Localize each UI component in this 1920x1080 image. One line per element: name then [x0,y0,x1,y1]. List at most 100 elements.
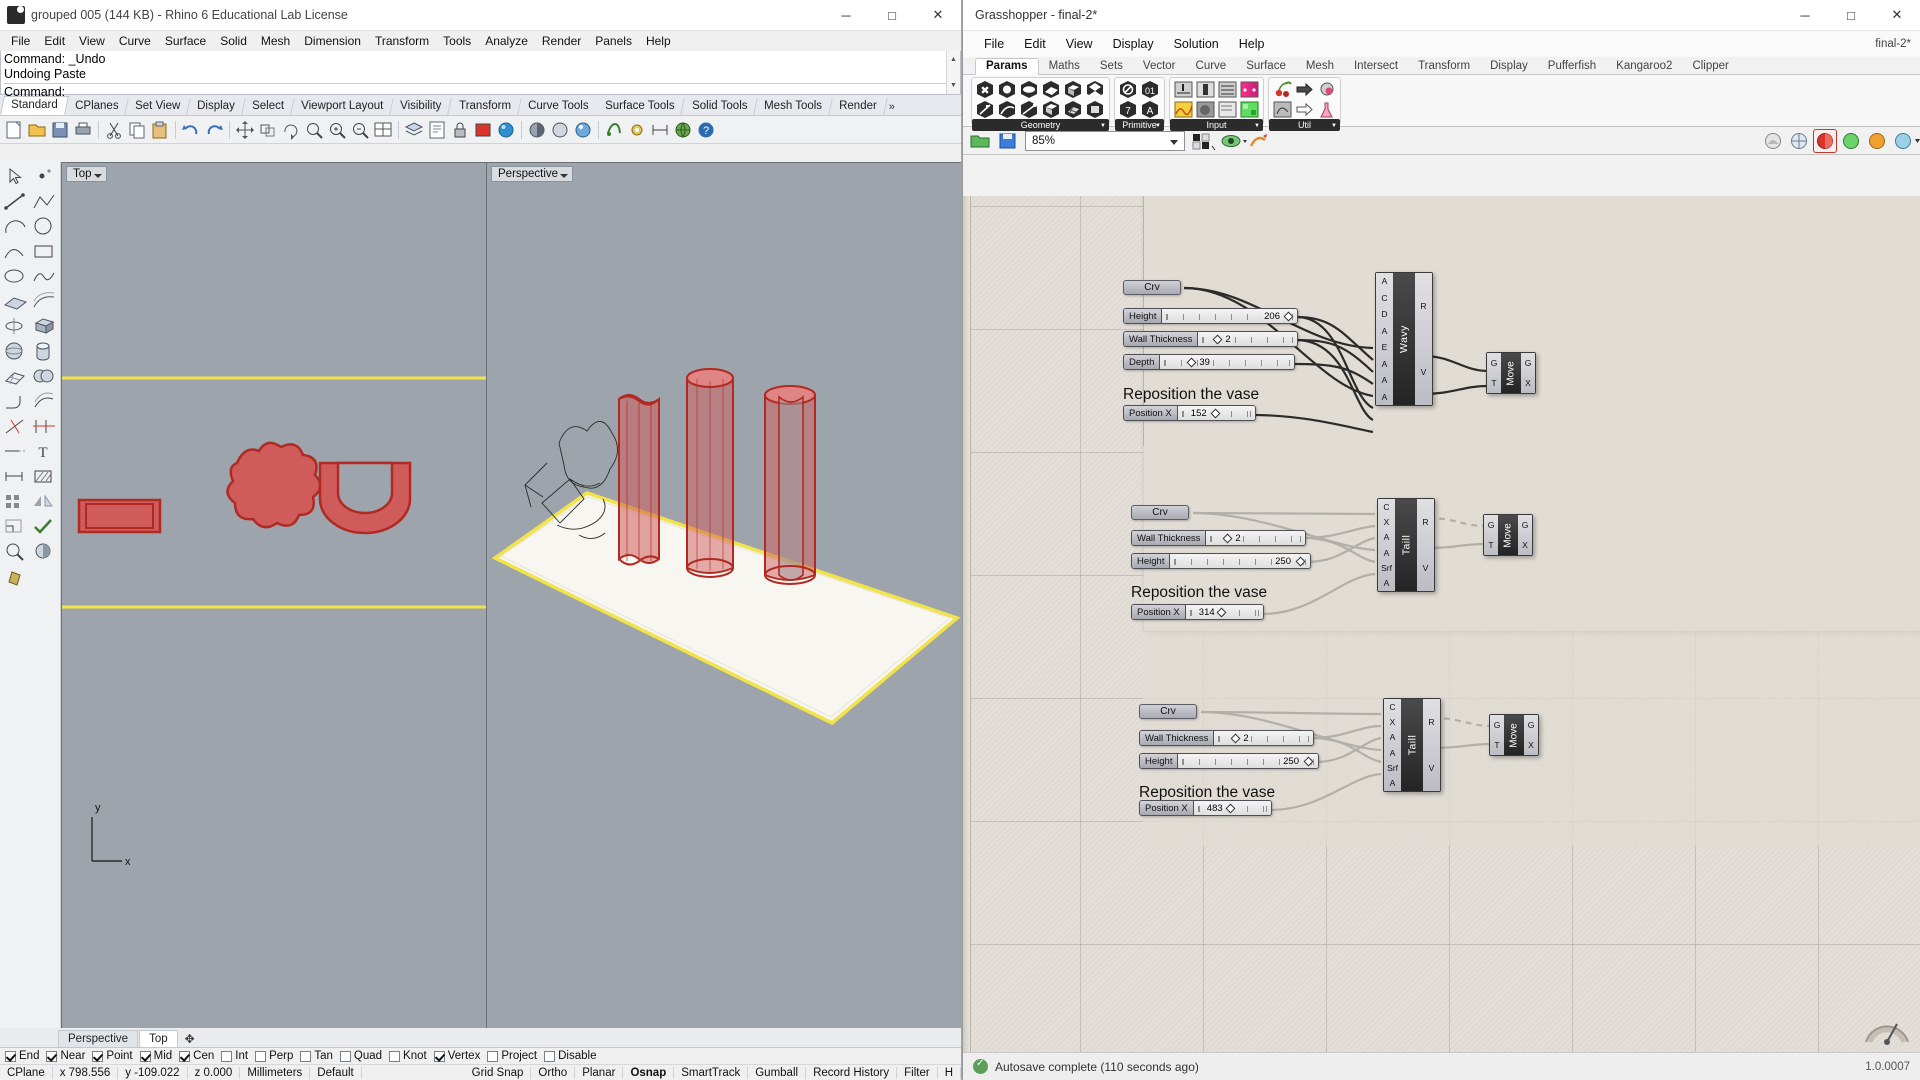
text-icon[interactable]: T [30,439,59,464]
status-planar[interactable]: Planar [575,1066,624,1079]
preview-eye-icon[interactable] [1219,130,1247,152]
bake-icon[interactable] [1247,130,1269,152]
toolbar-tab-standard[interactable]: Standard [0,96,69,115]
osnap-cen-checkbox[interactable] [179,1050,191,1062]
gh-slider-position-x-1-track[interactable]: 152 [1177,406,1255,420]
input-port[interactable]: X [1390,717,1396,727]
output-port[interactable]: V [1421,367,1427,377]
input-port[interactable]: A [1382,392,1388,402]
output-port[interactable]: G [1522,520,1529,530]
rhino-menu-panels[interactable]: Panels [588,32,639,50]
input-port[interactable]: C [1389,702,1395,712]
viewport-tab-add-icon[interactable]: ✥ [179,1031,201,1047]
gh-menu-help[interactable]: Help [1230,34,1274,54]
rhino-menu-view[interactable]: View [72,32,112,50]
shade-icon[interactable] [526,119,548,141]
gh-component-taill-3[interactable]: C X A A Srf A Taill R V [1383,698,1441,792]
gh-slider-position-x-3[interactable]: Position X 483 [1139,800,1272,816]
rhino-menu-file[interactable]: File [4,32,37,50]
param-vector-icon[interactable] [975,100,996,119]
zoom-selected-icon[interactable] [349,119,371,141]
gradient-icon[interactable] [1239,80,1260,99]
wireframe-preview-icon[interactable] [1788,130,1810,152]
gh-slider-wall-thickness-3-track[interactable]: 2 [1214,731,1313,745]
output-port[interactable]: X [1525,378,1531,388]
draw-icons-icon[interactable] [1840,130,1862,152]
rhino-command-area[interactable]: Command: _Undo Undoing Paste Command: ▲ … [0,51,961,99]
grasshopper-icon[interactable] [603,119,625,141]
input-port[interactable]: A [1382,326,1388,336]
input-port[interactable]: T [1488,540,1493,550]
input-port[interactable]: X [1384,517,1390,527]
gh-canvas[interactable]: Crv Height 206 Wall Thickness 2 Depth 39 [963,196,1920,1052]
osnap-knot[interactable]: Knot [389,1050,427,1062]
transparency-icon[interactable] [1892,130,1920,152]
circle-icon[interactable] [30,214,59,239]
osnap-quad[interactable]: Quad [339,1050,382,1062]
gh-slider-height-1[interactable]: Height 206 [1123,308,1298,324]
status-record-history[interactable]: Record History [806,1066,898,1079]
gh-slider-height-2-track[interactable]: 250 [1170,554,1310,568]
osnap-quad-checkbox[interactable] [339,1050,351,1062]
status-ortho[interactable]: Ortho [531,1066,576,1079]
status-filter-overflow[interactable]: Н [938,1066,961,1079]
web-help-icon[interactable] [672,119,694,141]
gh-slider-position-x-2-track[interactable]: 314 [1185,605,1263,619]
gh-close-button[interactable]: ✕ [1874,0,1920,31]
gh-move-2-body[interactable]: Move [1498,515,1518,555]
output-port[interactable]: X [1528,740,1534,750]
status-cplane[interactable]: CPlane [0,1066,53,1079]
toolbar-tab-display[interactable]: Display [187,98,246,115]
status-osnap[interactable]: Osnap [623,1066,675,1079]
options-gear-icon[interactable] [626,119,648,141]
box-icon[interactable] [30,314,59,339]
move-icon[interactable] [234,119,256,141]
surface-from-points-icon[interactable] [1,289,30,314]
gh-menu-solution[interactable]: Solution [1165,34,1228,54]
input-port[interactable]: T [1494,740,1499,750]
viewport-perspective-label[interactable]: Perspective [491,166,574,182]
mesh-icon[interactable] [1,364,30,389]
mirror-icon[interactable] [30,489,59,514]
data-input-icon[interactable] [1294,100,1315,119]
gh-tab-mesh[interactable]: Mesh [1296,59,1344,74]
curve-icon[interactable] [1,239,30,264]
input-port[interactable]: T [1491,378,1496,388]
gh-tab-curve[interactable]: Curve [1186,59,1237,74]
flask-icon[interactable] [1316,100,1337,119]
gh-tab-transform[interactable]: Transform [1408,59,1480,74]
param-brep-icon[interactable] [1063,80,1084,99]
extend-icon[interactable] [1,439,30,464]
rhino-menu-analyze[interactable]: Analyze [478,32,535,50]
gh-component-move-2[interactable]: G T Move G X [1483,514,1533,556]
gh-tab-intersect[interactable]: Intersect [1344,59,1408,74]
status-gumball[interactable]: Gumball [748,1066,807,1079]
input-port[interactable]: Srf [1387,763,1398,773]
save-document-icon[interactable] [997,130,1019,152]
value-list-icon[interactable] [1217,80,1238,99]
toolbar-tabs-overflow-icon[interactable]: » [886,99,898,115]
gh-tab-surface[interactable]: Surface [1236,59,1296,74]
rhino-menu-render[interactable]: Render [535,32,588,50]
param-point-icon[interactable] [997,80,1018,99]
rhino-maximize-button[interactable]: □ [869,0,915,31]
copy-object-icon[interactable] [257,119,279,141]
gh-slider-position-x-2[interactable]: Position X 314 [1131,604,1264,620]
command-scroll-up-icon[interactable]: ▲ [950,52,957,67]
offset-icon[interactable] [30,389,59,414]
zoom-window-icon[interactable] [303,119,325,141]
rhino-menu-surface[interactable]: Surface [158,32,213,50]
zoom-level-select[interactable]: 85% [1025,130,1185,151]
gh-group-label-primitive[interactable]: Primitive [1115,119,1164,132]
osnap-end[interactable]: End [5,1050,39,1062]
input-port[interactable]: C [1383,502,1389,512]
param-subd-icon[interactable] [1085,80,1106,99]
gene-pool-icon[interactable] [1316,80,1337,99]
osnap-mid-checkbox[interactable] [139,1050,151,1062]
render-tool-icon[interactable] [30,539,59,564]
rhino-menu-mesh[interactable]: Mesh [254,32,297,50]
gh-taill-2-body[interactable]: Taill [1395,499,1417,591]
render-preview-icon[interactable] [549,119,571,141]
osnap-point-checkbox[interactable] [92,1050,104,1062]
osnap-near-checkbox[interactable] [46,1050,58,1062]
